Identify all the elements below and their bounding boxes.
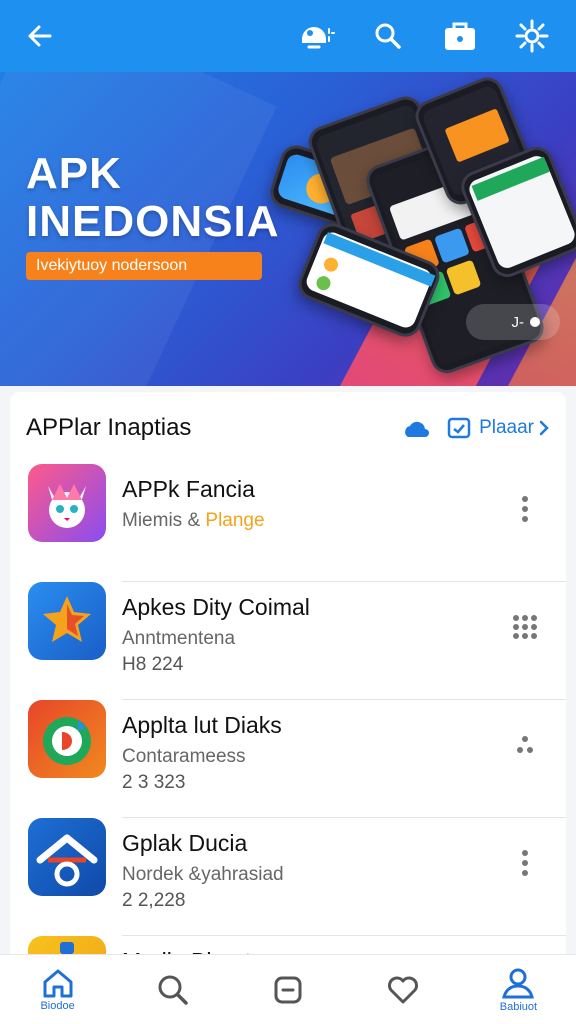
nav-home-label: Biodoe [40,999,75,1012]
nav-home[interactable]: Biodoe [0,955,115,1024]
more-options-button[interactable] [510,730,540,760]
cloud-icon [302,27,335,49]
nav-profile[interactable]: Babiuot [461,955,576,1024]
app-meta: 2 2,228 [122,890,186,911]
square-icon [274,976,302,1003]
dots-icon [517,736,533,753]
list-item[interactable]: Applta lut Diaks Contarameess 2 3 323 [10,700,566,818]
app-icon-shield [28,700,106,778]
list-title: APPlar Inaptias [26,414,192,441]
hero-title: APK INEDONSIA [26,149,280,246]
home-icon [43,969,73,997]
app-name: Gplak Ducia [122,830,248,856]
cloud-button[interactable] [294,14,338,58]
cloud-filter-button[interactable] [403,414,431,442]
search-icon [158,975,188,1005]
top-app-bar [0,0,576,72]
more-options-button[interactable] [510,494,540,524]
nav-favorites[interactable] [346,955,461,1024]
nav-square[interactable] [230,955,345,1024]
back-arrow-icon [28,25,52,47]
more-vertical-icon [522,496,528,522]
app-name: APPk Fancia [122,476,255,502]
settings-button[interactable] [510,14,554,58]
grid-dots-icon [513,615,537,639]
indicator-dot [530,317,540,327]
see-more-link[interactable]: Plaaar [479,417,550,439]
search-button[interactable] [366,14,410,58]
app-icon-fox [28,464,106,542]
list-item[interactable]: Apkes Dity Coimal Anntmentena H8 224 [10,582,566,700]
list-header: APPlar Inaptias Plaaar [10,392,566,464]
app-name: Applta lut Diaks [122,712,282,738]
app-meta: H8 224 [122,654,184,675]
app-meta: 2 3 323 [122,772,186,793]
app-subtitle: Anntmentena [122,628,236,649]
nav-profile-label: Babiuot [499,1000,538,1013]
image-button[interactable] [445,414,473,442]
search-icon [375,23,401,49]
chevron-right-icon [539,420,549,436]
more-vertical-icon [522,850,528,876]
carousel-indicator[interactable]: J- [466,304,560,340]
briefcase-button[interactable] [438,14,482,58]
app-subtitle: Contarameess [122,746,246,767]
settings-icon [515,19,549,53]
app-subtitle: Nordek &yahrasiad [122,864,284,885]
list-item[interactable]: APPk Fancia Miemis & Plange [10,464,566,582]
cloud-icon [405,421,430,437]
app-icon-home [28,818,106,896]
hero-banner[interactable]: APK INEDONSIA Ivekiytuoy nodersoon J- [0,72,576,386]
bottom-navigation: Biodoe Babiuot [0,954,576,1024]
app-subtitle: Miemis & Plange [122,510,265,531]
hero-tagline: Ivekiytuoy nodersoon [26,252,262,280]
image-icon [447,417,471,439]
heart-icon [388,976,419,1003]
more-options-button[interactable] [510,848,540,878]
app-list-card: APPlar Inaptias Plaaar APPk Fancia Miemi… [10,392,566,958]
app-name: Apkes Dity Coimal [122,594,310,620]
app-icon-star [28,582,106,660]
grid-options-button[interactable] [510,612,540,642]
back-button[interactable] [18,14,62,58]
briefcase-icon [445,22,475,50]
nav-search[interactable] [115,955,230,1024]
list-item[interactable]: Gplak Ducia Nordek &yahrasiad 2 2,228 [10,818,566,936]
profile-icon [502,968,535,998]
